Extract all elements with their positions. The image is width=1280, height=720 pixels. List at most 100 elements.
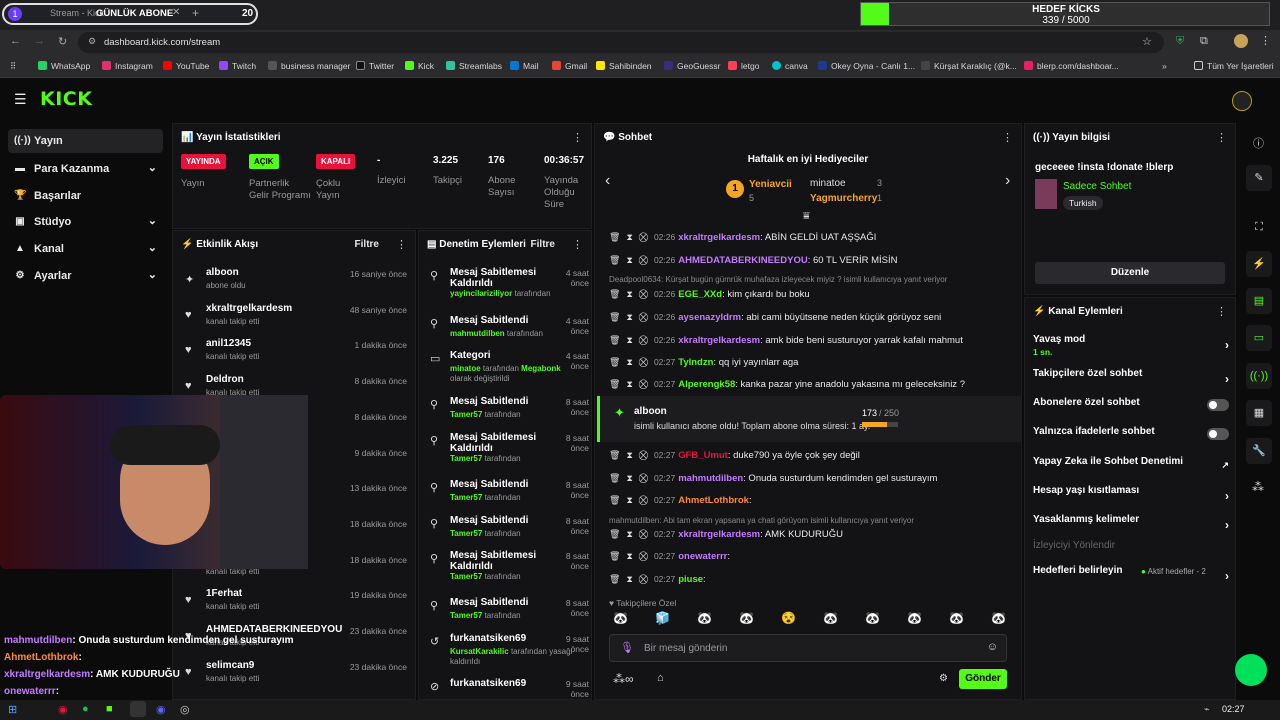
bookmark-instagram[interactable]: Instagram — [102, 61, 153, 71]
chat-input[interactable]: 🎙 Bir mesaj gönderin ☺ — [609, 634, 1007, 662]
emote-icon[interactable]: 🐼 — [823, 611, 838, 625]
spotify-icon[interactable]: ● — [82, 703, 89, 715]
ai-moderation-row[interactable]: Yapay Zeka ile Sohbet Denetimi ↗ — [1033, 456, 1229, 482]
ban-icon[interactable]: ⛒ — [639, 473, 648, 483]
apps-icon[interactable]: ⁂ — [1252, 480, 1264, 494]
bookmark-mail[interactable]: Mail — [510, 61, 539, 71]
browser-menu-icon[interactable]: ⋮ — [1260, 34, 1271, 47]
store-icon[interactable]: ⌂ — [657, 672, 664, 684]
emote-icon[interactable]: 🐼 — [739, 611, 754, 625]
discord-icon[interactable]: ◉ — [156, 703, 166, 716]
delete-message-icon[interactable]: 🗑 — [609, 312, 620, 322]
subs-chat-toggle[interactable] — [1207, 399, 1229, 411]
message-username[interactable]: Tylndzn — [678, 357, 713, 368]
bookmark-whatsapp[interactable]: WhatsApp — [38, 61, 90, 71]
emoji-picker-icon[interactable]: ☺ — [987, 641, 998, 653]
slow-mode-row[interactable]: Yavaş mod 1 sn. › — [1033, 334, 1229, 360]
shield-extension-icon[interactable]: ⛨ — [1176, 35, 1184, 48]
sidebar-item-basarilar[interactable]: 🏆 Başarılar — [8, 184, 163, 208]
account-age-row[interactable]: Hesap yaşı kısıtlaması › — [1033, 485, 1229, 511]
emote-icon[interactable]: 🐼 — [865, 611, 880, 625]
delete-message-icon[interactable]: 🗑 — [609, 379, 620, 389]
floating-action-button[interactable] — [1235, 654, 1267, 686]
event-username[interactable]: anil12345 — [206, 338, 251, 349]
chat-settings-icon[interactable]: ⚙ — [939, 673, 948, 684]
ban-icon[interactable]: ⛒ — [639, 232, 648, 242]
bookmark-sahibinden[interactable]: Sahibinden — [596, 61, 652, 71]
kicks-icon[interactable]: ⁂∞ — [613, 672, 634, 686]
delete-message-icon[interactable]: 🗑 — [609, 255, 620, 265]
sidebar-item-para-kazanma[interactable]: ▬ Para Kazanma ⌄ — [8, 157, 163, 181]
timeout-icon[interactable]: ⧗ — [626, 379, 632, 389]
ban-icon[interactable]: ⛒ — [639, 450, 648, 460]
bookmark-business-manager[interactable]: business manager — [268, 61, 350, 71]
edit-button[interactable]: Düzenle — [1035, 262, 1225, 284]
profile-avatar[interactable] — [1234, 34, 1248, 48]
more-options-icon[interactable]: ⋮ — [1216, 305, 1227, 318]
user-avatar[interactable] — [1232, 91, 1252, 111]
url-text[interactable]: dashboard.kick.com/stream — [104, 37, 220, 48]
message-username[interactable]: piuse — [678, 574, 703, 585]
sidebar-item-yayin[interactable]: ((·)) Yayın — [8, 129, 163, 153]
moderation-row[interactable]: ⚲ Mesaj Sabitlemesi Kaldırıldı Tamer57 t… — [427, 548, 591, 584]
emote-icon[interactable]: 🐼 — [991, 611, 1006, 625]
delete-message-icon[interactable]: 🗑 — [609, 473, 620, 483]
timeout-icon[interactable]: ⧗ — [626, 312, 632, 322]
timeout-icon[interactable]: ⧗ — [626, 551, 632, 561]
ban-icon[interactable]: ⛒ — [639, 289, 648, 299]
event-row[interactable]: ♥ selimcan9 kanalı takip etti 23 dakika … — [181, 658, 409, 694]
message-username[interactable]: mahmutdilben — [678, 473, 743, 484]
message-username[interactable]: xkraltrgelkardesm — [678, 335, 760, 346]
extensions-icon[interactable]: ⧉ — [1200, 35, 1208, 48]
emote-icon[interactable]: 😵 — [781, 611, 796, 625]
site-info-icon[interactable]: ⚙ — [88, 36, 96, 47]
chrome-icon[interactable] — [130, 701, 146, 717]
delete-message-icon[interactable]: 🗑 — [609, 357, 620, 367]
kick-app-icon[interactable]: ■ — [106, 703, 113, 715]
timeout-icon[interactable]: ⧗ — [626, 450, 632, 460]
chevron-left-icon[interactable]: ‹ — [605, 172, 610, 190]
followers-chat-row[interactable]: Takipçilere özel sohbet › — [1033, 368, 1229, 394]
moderation-row[interactable]: ⚲ Mesaj Sabitlendi mahmutdilben tarafınd… — [427, 313, 591, 349]
chat-message[interactable]: 🗑 ⧗ ⛒ 02:26 EGE_XXd: kim çıkardı bu boku — [609, 289, 1019, 307]
bookmark-geoguessr[interactable]: GeoGuessr — [664, 61, 720, 71]
gifter-name[interactable]: Yeniavcii — [749, 179, 792, 190]
event-row[interactable]: ♥ anil12345 kanalı takip etti 1 dakika ö… — [181, 336, 409, 372]
chat-message[interactable]: 🗑 ⧗ ⛒ 02:27 onewaterrr: — [609, 551, 1019, 569]
url-input[interactable]: ⚙ dashboard.kick.com/stream ☆ — [78, 32, 1164, 53]
moderation-row[interactable]: ⚲ Mesaj Sabitlemesi Kaldırıldı yayincila… — [427, 265, 591, 301]
delete-message-icon[interactable]: 🗑 — [609, 450, 620, 460]
message-username[interactable]: AHMEDATABERKINEEDYOU — [678, 255, 807, 266]
document-icon[interactable]: ▤ — [1246, 288, 1272, 314]
delete-message-icon[interactable]: 🗑 — [609, 232, 620, 242]
emote-icon[interactable]: 🐼 — [697, 611, 712, 625]
chat-message[interactable]: 🗑 ⧗ ⛒ 02:27 piuse: — [609, 574, 1019, 592]
bookmark-twitter[interactable]: Twitter — [356, 61, 394, 71]
microphone-icon[interactable]: 🎙 — [620, 641, 634, 654]
ban-icon[interactable]: ⛒ — [639, 357, 648, 367]
ban-icon[interactable]: ⛒ — [639, 312, 648, 322]
emote-icon[interactable]: 🐼 — [613, 611, 628, 625]
emotes-chat-toggle[interactable] — [1207, 428, 1229, 440]
event-username[interactable]: xkraltrgelkardesm — [206, 303, 292, 314]
moderation-row[interactable]: ⚲ Mesaj Sabitlendi Tamer57 tarafından 8 … — [427, 513, 591, 549]
event-username[interactable]: alboon — [206, 267, 239, 278]
ban-icon[interactable]: ⛒ — [639, 379, 648, 389]
emote-icon[interactable]: 🐼 — [907, 611, 922, 625]
bookmark-gmail[interactable]: Gmail — [552, 61, 587, 71]
chat-message[interactable]: 🗑 ⧗ ⛒ 02:27 Tylndzn: qq iyi yayınlarr aga — [609, 357, 1019, 375]
bookmark-streamlabs[interactable]: Streamlabs — [446, 61, 502, 71]
event-filter-button[interactable]: Filtre — [355, 239, 379, 250]
emote-icon[interactable]: 🧊 — [655, 611, 670, 625]
apps-grid-icon[interactable]: ⠿ — [10, 61, 16, 72]
sidebar-item-studyo[interactable]: ▣ Stüdyo ⌄ — [8, 210, 163, 234]
back-icon[interactable]: ← — [10, 35, 21, 47]
ban-icon[interactable]: ⛒ — [639, 574, 648, 584]
event-username[interactable]: AHMEDATABERKINEEDYOU — [206, 624, 342, 635]
goals-row[interactable]: Hedefleri belirleyin ● Aktif hedefler - 2… — [1033, 565, 1229, 591]
message-username[interactable]: Alperengk58 — [678, 379, 735, 390]
timeout-icon[interactable]: ⧗ — [626, 574, 632, 584]
event-username[interactable]: selimcan9 — [206, 660, 254, 671]
moderation-row[interactable]: ⚲ Mesaj Sabitlendi Tamer57 tarafından 8 … — [427, 595, 591, 631]
message-username[interactable]: EGE_XXd — [678, 289, 722, 300]
